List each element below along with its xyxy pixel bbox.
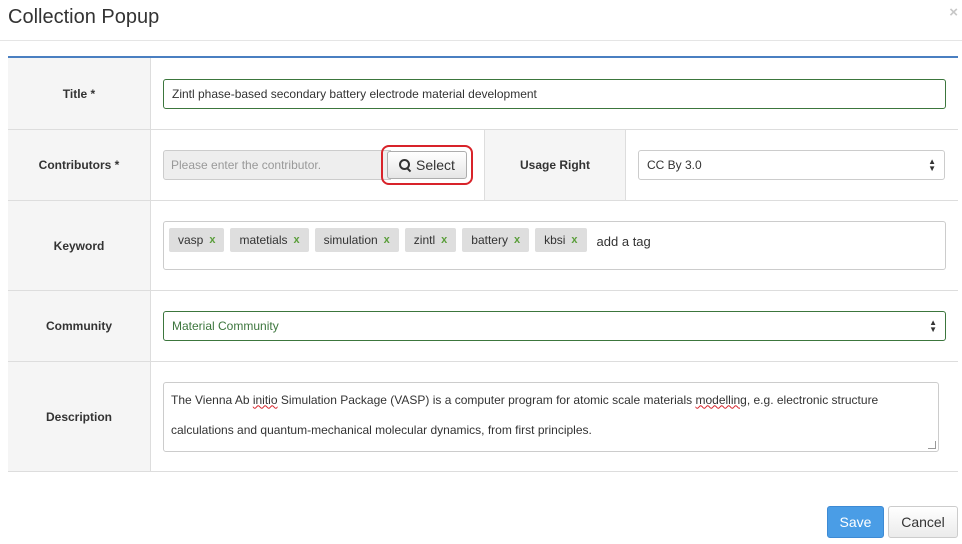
tag-remove-icon[interactable]: x	[384, 234, 390, 246]
keyword-label: Keyword	[8, 201, 151, 290]
usage-right-select[interactable]: CC By 3.0 ▲ ▼	[638, 150, 945, 180]
modal-title: Collection Popup	[8, 6, 160, 28]
contributors-label: Contributors *	[8, 130, 151, 200]
search-icon	[399, 159, 411, 171]
tag-simulation: simulation x	[314, 228, 399, 252]
tag-matetials: matetials x	[230, 228, 309, 252]
tags-input[interactable]: vasp x matetials x simulation x zintl x batt…	[163, 221, 946, 270]
select-arrows-icon: ▲ ▼	[929, 318, 937, 334]
usage-right-value: CC By 3.0	[647, 158, 702, 172]
tag-battery: battery x	[462, 228, 530, 252]
title-label: Title *	[8, 58, 151, 129]
collection-form: Title * Zintl phase-based secondary batt…	[8, 56, 958, 472]
tag-remove-icon[interactable]: x	[571, 234, 577, 246]
close-icon[interactable]: ×	[949, 5, 958, 20]
save-button[interactable]: Save	[827, 506, 884, 538]
description-label: Description	[8, 362, 151, 471]
tag-remove-icon[interactable]: x	[294, 234, 300, 246]
tag-kbsi: kbsi x	[535, 228, 587, 252]
select-highlight: Select	[381, 145, 473, 185]
title-input[interactable]: Zintl phase-based secondary battery elec…	[163, 78, 946, 109]
community-select[interactable]: Material Community ▲ ▼	[163, 311, 946, 341]
tag-vasp: vasp x	[169, 228, 225, 252]
select-button-label: Select	[416, 157, 455, 173]
description-line-2: calculations and quantum-mechanical mole…	[171, 422, 592, 437]
resize-handle[interactable]	[928, 440, 936, 449]
select-contributor-button[interactable]: Select	[387, 151, 467, 179]
description-row: Description The Vienna Ab initio Simulat…	[8, 362, 958, 472]
select-arrows-icon: ▲ ▼	[928, 157, 936, 173]
community-label: Community	[8, 291, 151, 361]
cancel-button[interactable]: Cancel	[888, 506, 958, 538]
tag-zintl: zintl x	[404, 228, 457, 252]
title-row: Title * Zintl phase-based secondary batt…	[8, 58, 958, 130]
tag-remove-icon[interactable]: x	[514, 234, 520, 246]
add-tag-input[interactable]: add a tag	[597, 234, 651, 249]
tag-remove-icon[interactable]: x	[441, 234, 447, 246]
community-row: Community Material Community ▲ ▼	[8, 291, 958, 362]
contributor-input[interactable]: Please enter the contributor.	[163, 150, 391, 180]
description-line-1: The Vienna Ab initio Simulation Package …	[171, 392, 879, 407]
usage-right-label: Usage Right	[484, 130, 626, 200]
contributors-row: Contributors * Please enter the contribu…	[8, 130, 958, 201]
description-textarea[interactable]: The Vienna Ab initio Simulation Package …	[163, 381, 939, 452]
tag-remove-icon[interactable]: x	[209, 234, 215, 246]
modal-header: Collection Popup ×	[0, 0, 962, 41]
community-value: Material Community	[172, 319, 279, 333]
keyword-row: Keyword vasp x matetials x simulation x zin…	[8, 201, 958, 291]
